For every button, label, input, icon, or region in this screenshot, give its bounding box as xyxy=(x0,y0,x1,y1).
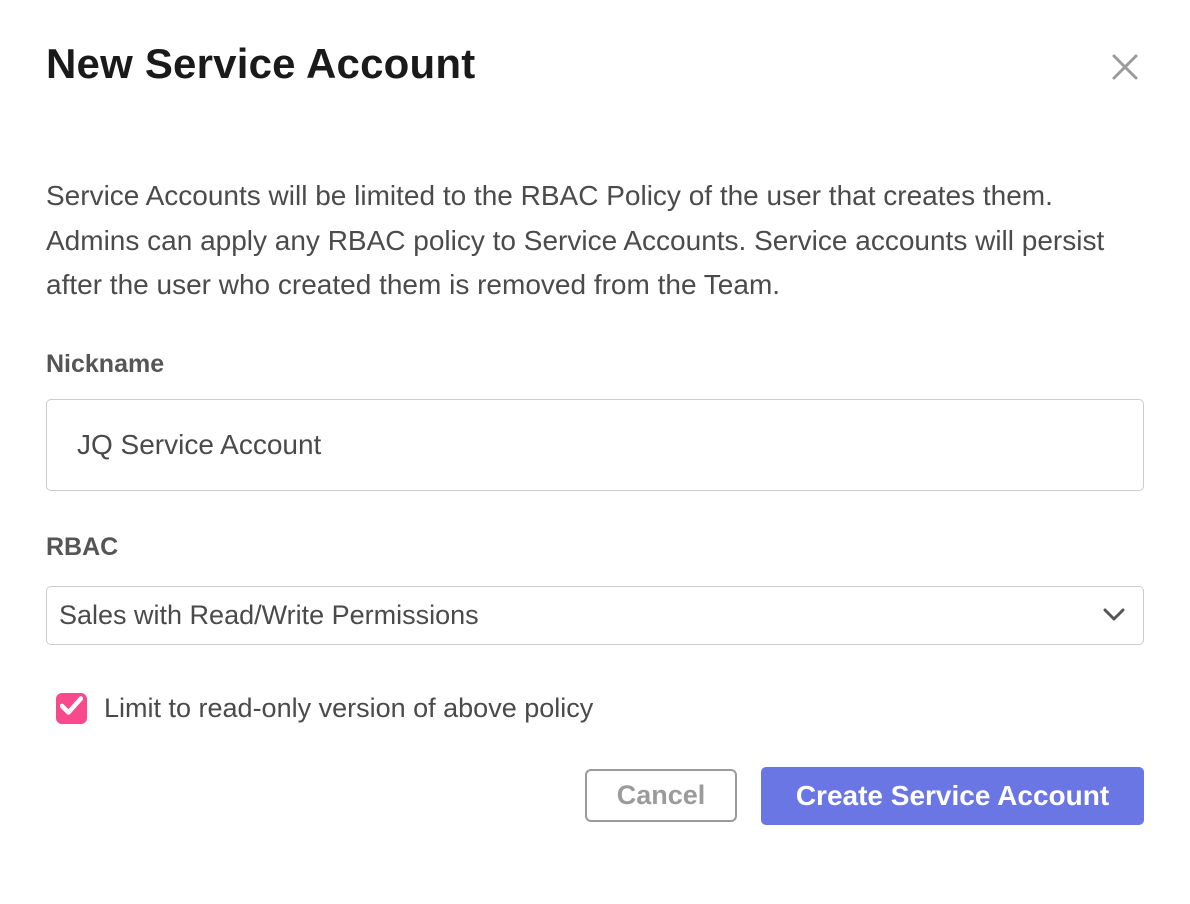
create-service-account-button[interactable]: Create Service Account xyxy=(761,767,1144,825)
read-only-checkbox-label: Limit to read-only version of above poli… xyxy=(104,693,593,724)
checkmark-icon xyxy=(60,696,83,720)
read-only-checkbox-row[interactable]: Limit to read-only version of above poli… xyxy=(56,693,593,724)
nickname-input[interactable] xyxy=(46,399,1144,491)
close-x-icon xyxy=(1110,70,1140,85)
modal-description: Service Accounts will be limited to the … xyxy=(46,174,1144,308)
modal-title: New Service Account xyxy=(46,40,475,88)
modal-header: New Service Account xyxy=(46,40,1144,88)
close-button[interactable] xyxy=(1106,48,1144,86)
read-only-checkbox[interactable] xyxy=(56,693,87,724)
modal-footer: Cancel Create Service Account xyxy=(46,767,1144,825)
rbac-select[interactable]: Sales with Read/Write Permissions xyxy=(46,586,1144,645)
cancel-button[interactable]: Cancel xyxy=(585,769,737,822)
nickname-label: Nickname xyxy=(46,350,1144,379)
rbac-select-wrap: Sales with Read/Write Permissions xyxy=(46,586,1144,645)
rbac-label: RBAC xyxy=(46,533,1144,562)
new-service-account-modal: New Service Account Service Accounts wil… xyxy=(0,0,1190,904)
